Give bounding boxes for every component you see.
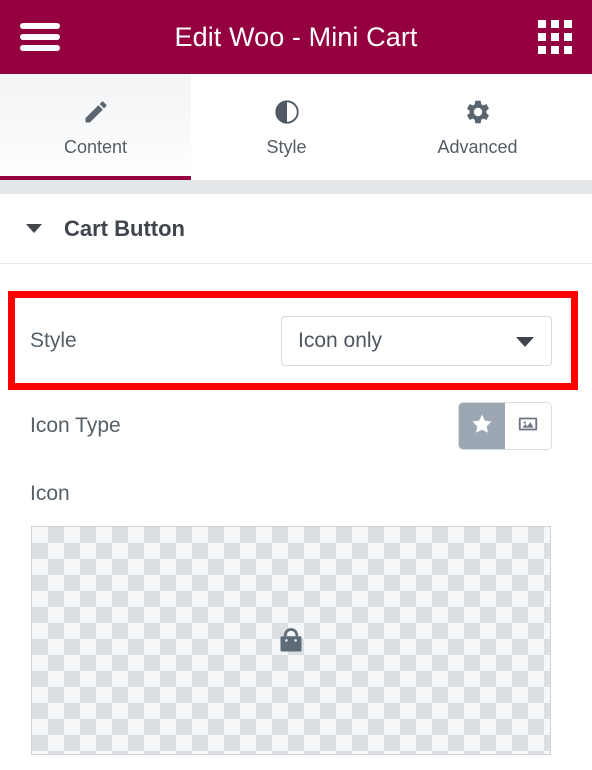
- tab-advanced-label: Advanced: [437, 136, 518, 157]
- tab-style[interactable]: Style: [191, 74, 382, 180]
- icon-type-toggle-group: [458, 402, 552, 450]
- icon-control-row: Icon: [0, 472, 592, 516]
- section-title: Cart Button: [64, 215, 185, 241]
- icon-type-image-button[interactable]: [505, 403, 551, 449]
- style-label: Style: [30, 329, 77, 352]
- widget-settings-panel: Edit Woo - Mini Cart Content Style Advan…: [0, 0, 592, 770]
- panel-header: Edit Woo - Mini Cart: [0, 0, 592, 74]
- page-title: Edit Woo - Mini Cart: [174, 21, 418, 52]
- hamburger-bar: [20, 23, 60, 29]
- style-select[interactable]: Icon only: [281, 316, 552, 366]
- grid-cell: [564, 46, 572, 54]
- shopping-bag-icon: [276, 626, 306, 656]
- star-icon: [470, 412, 494, 441]
- grid-cell: [538, 46, 546, 54]
- grid-cell: [551, 20, 559, 28]
- style-control-row: Style Icon only: [0, 306, 592, 376]
- icon-type-control-row: Icon Type: [0, 398, 592, 454]
- icon-type-star-button[interactable]: [459, 403, 505, 449]
- tab-content[interactable]: Content: [0, 74, 191, 180]
- tab-style-label: Style: [266, 136, 307, 157]
- grid-apps-icon[interactable]: [538, 20, 572, 54]
- grid-cell: [564, 20, 572, 28]
- icon-media-preview[interactable]: [31, 526, 551, 755]
- hamburger-bar: [20, 34, 60, 40]
- caret-down-icon: [26, 224, 42, 233]
- tab-advanced[interactable]: Advanced: [382, 74, 573, 180]
- grid-cell: [551, 33, 559, 41]
- grid-cell: [551, 46, 559, 54]
- grid-cell: [564, 33, 572, 41]
- image-icon: [517, 413, 539, 440]
- section-cart-button-header[interactable]: Cart Button: [0, 194, 592, 264]
- tab-content-label: Content: [63, 136, 128, 157]
- panel-tabs: Content Style Advanced: [0, 74, 592, 180]
- contrast-half-circle-icon: [272, 97, 302, 127]
- icon-type-label: Icon Type: [30, 414, 121, 437]
- pencil-icon: [81, 97, 111, 127]
- section-divider: [0, 180, 592, 194]
- grid-cell: [538, 20, 546, 28]
- grid-cell: [538, 33, 546, 41]
- gear-icon: [463, 97, 493, 127]
- style-select-wrapper: Icon only: [281, 316, 552, 366]
- hamburger-bar: [20, 45, 60, 51]
- hamburger-menu-icon[interactable]: [20, 20, 60, 54]
- icon-label: Icon: [30, 482, 70, 505]
